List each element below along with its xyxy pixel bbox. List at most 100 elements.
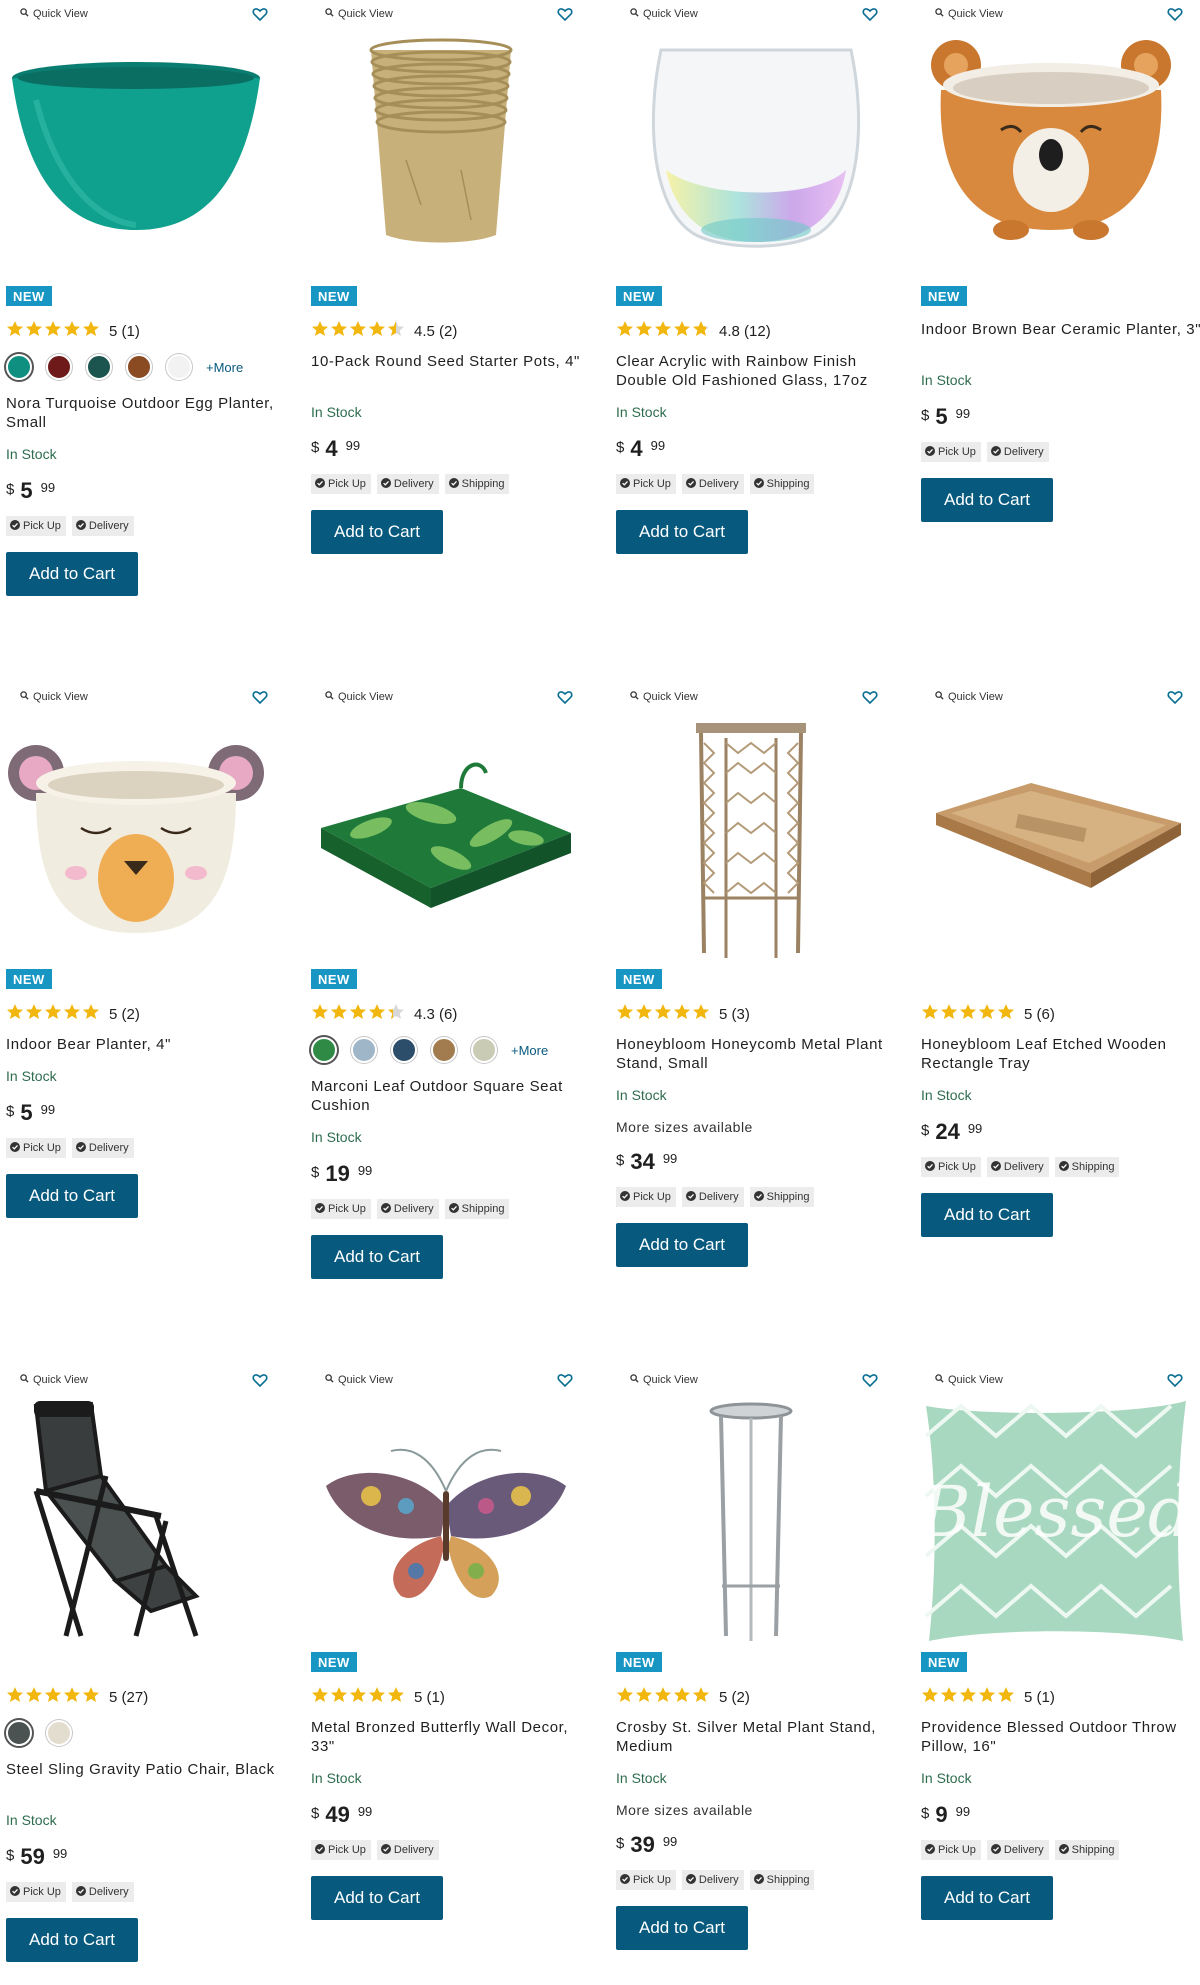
heart-icon[interactable] (862, 1372, 878, 1388)
product-title[interactable]: Steel Sling Gravity Patio Chair, Black (6, 1760, 288, 1798)
product-title[interactable]: Indoor Brown Bear Ceramic Planter, 3" (921, 320, 1200, 358)
product-image[interactable] (616, 713, 886, 963)
add-to-cart-button[interactable]: Add to Cart (921, 478, 1053, 522)
more-swatches-link[interactable]: +More (511, 1043, 548, 1058)
product-image[interactable] (921, 713, 1191, 963)
heart-icon[interactable] (1167, 689, 1183, 705)
rating[interactable]: 5 (1) (921, 1686, 1200, 1708)
color-swatch[interactable] (351, 1037, 377, 1063)
product-image[interactable] (616, 1396, 886, 1646)
star-icon (82, 1003, 101, 1025)
quick-view-button[interactable]: Quick View (20, 8, 88, 20)
fulfillment-options: Pick Up Delivery (6, 516, 288, 536)
quick-view-button[interactable]: Quick View (935, 8, 1003, 20)
rating[interactable]: 4.8 (12) (616, 320, 898, 342)
product-image[interactable] (6, 30, 276, 280)
quick-view-button[interactable]: Quick View (20, 1374, 88, 1386)
product-title[interactable]: Honeybloom Honeycomb Metal Plant Stand, … (616, 1035, 898, 1073)
add-to-cart-button[interactable]: Add to Cart (311, 1235, 443, 1279)
heart-icon[interactable] (862, 689, 878, 705)
add-to-cart-button[interactable]: Add to Cart (6, 1174, 138, 1218)
add-to-cart-button[interactable]: Add to Cart (616, 1906, 748, 1950)
color-swatch[interactable] (126, 354, 152, 380)
rating[interactable]: 5 (27) (6, 1686, 288, 1708)
product-title[interactable]: Nora Turquoise Outdoor Egg Planter, Smal… (6, 394, 288, 432)
product-image[interactable] (616, 30, 886, 280)
fulfillment-delivery: Delivery (681, 1187, 744, 1207)
rating[interactable]: 4.5 (2) (311, 320, 593, 342)
color-swatch[interactable] (6, 1720, 32, 1746)
color-swatches: +More (6, 352, 288, 382)
add-to-cart-button[interactable]: Add to Cart (921, 1876, 1053, 1920)
rating[interactable]: 4.3 (6) (311, 1003, 593, 1025)
product-title[interactable]: Indoor Bear Planter, 4" (6, 1035, 288, 1054)
quick-view-button[interactable]: Quick View (325, 1374, 393, 1386)
add-to-cart-button[interactable]: Add to Cart (6, 552, 138, 596)
product-image[interactable] (6, 1396, 276, 1646)
stock-status: In Stock (921, 1087, 972, 1103)
fulfillment-pick-up: Pick Up (921, 1840, 981, 1860)
product-image[interactable] (311, 1396, 581, 1646)
add-to-cart-button[interactable]: Add to Cart (6, 1918, 138, 1962)
heart-icon[interactable] (252, 6, 268, 22)
heart-icon[interactable] (1167, 1372, 1183, 1388)
heart-icon[interactable] (557, 6, 573, 22)
color-swatch[interactable] (311, 1037, 337, 1063)
more-swatches-link[interactable]: +More (206, 360, 243, 375)
quick-view-label: Quick View (643, 1374, 698, 1386)
quick-view-button[interactable]: Quick View (630, 691, 698, 703)
heart-icon[interactable] (252, 689, 268, 705)
add-to-cart-button[interactable]: Add to Cart (311, 1876, 443, 1920)
quick-view-button[interactable]: Quick View (325, 8, 393, 20)
color-swatch[interactable] (86, 354, 112, 380)
star-rating (616, 1686, 711, 1708)
color-swatch[interactable] (431, 1037, 457, 1063)
quick-view-button[interactable]: Quick View (935, 691, 1003, 703)
heart-icon[interactable] (557, 689, 573, 705)
color-swatch[interactable] (6, 354, 32, 380)
add-to-cart-button[interactable]: Add to Cart (921, 1193, 1053, 1237)
price-cents: 99 (52, 1846, 68, 1861)
quick-view-button[interactable]: Quick View (325, 691, 393, 703)
rating[interactable]: 5 (2) (616, 1686, 898, 1708)
color-swatch[interactable] (166, 354, 192, 380)
quick-view-button[interactable]: Quick View (630, 8, 698, 20)
product-image[interactable] (6, 713, 276, 963)
fulfillment-label: Pick Up (23, 520, 61, 532)
color-swatch[interactable] (46, 1720, 72, 1746)
product-image[interactable]: Blessed (921, 1396, 1191, 1646)
rating[interactable]: 5 (1) (6, 320, 288, 342)
add-to-cart-button[interactable]: Add to Cart (311, 510, 443, 554)
star-rating (616, 320, 711, 342)
heart-icon[interactable] (1167, 6, 1183, 22)
heart-icon[interactable] (862, 6, 878, 22)
new-badge: NEW (311, 969, 357, 989)
product-title[interactable]: Honeybloom Leaf Etched Wooden Rectangle … (921, 1035, 1200, 1073)
color-swatch[interactable] (46, 354, 72, 380)
heart-icon[interactable] (557, 1372, 573, 1388)
rating[interactable]: 5 (6) (921, 1003, 1200, 1025)
product-title[interactable]: Clear Acrylic with Rainbow Finish Double… (616, 352, 898, 390)
add-to-cart-button[interactable]: Add to Cart (616, 1223, 748, 1267)
rating[interactable]: 5 (1) (311, 1686, 593, 1708)
quick-view-label: Quick View (948, 8, 1003, 20)
rating[interactable]: 5 (3) (616, 1003, 898, 1025)
color-swatch[interactable] (471, 1037, 497, 1063)
product-title[interactable]: Crosby St. Silver Metal Plant Stand, Med… (616, 1718, 898, 1756)
rating[interactable]: 5 (2) (6, 1003, 288, 1025)
product-title[interactable]: 10-Pack Round Seed Starter Pots, 4" (311, 352, 593, 390)
product-image[interactable] (311, 713, 581, 963)
product-title[interactable]: Marconi Leaf Outdoor Square Seat Cushion (311, 1077, 593, 1115)
product-image[interactable] (921, 30, 1191, 280)
quick-view-button[interactable]: Quick View (20, 691, 88, 703)
quick-view-button[interactable]: Quick View (630, 1374, 698, 1386)
add-to-cart-button[interactable]: Add to Cart (616, 510, 748, 554)
heart-icon[interactable] (252, 1372, 268, 1388)
product-image[interactable] (311, 30, 581, 280)
product-title[interactable]: Metal Bronzed Butterfly Wall Decor, 33" (311, 1718, 593, 1756)
fulfillment-label: Delivery (393, 478, 434, 490)
product-title[interactable]: Providence Blessed Outdoor Throw Pillow,… (921, 1718, 1200, 1756)
price: $9 99 (921, 1802, 1200, 1830)
quick-view-button[interactable]: Quick View (935, 1374, 1003, 1386)
color-swatch[interactable] (391, 1037, 417, 1063)
